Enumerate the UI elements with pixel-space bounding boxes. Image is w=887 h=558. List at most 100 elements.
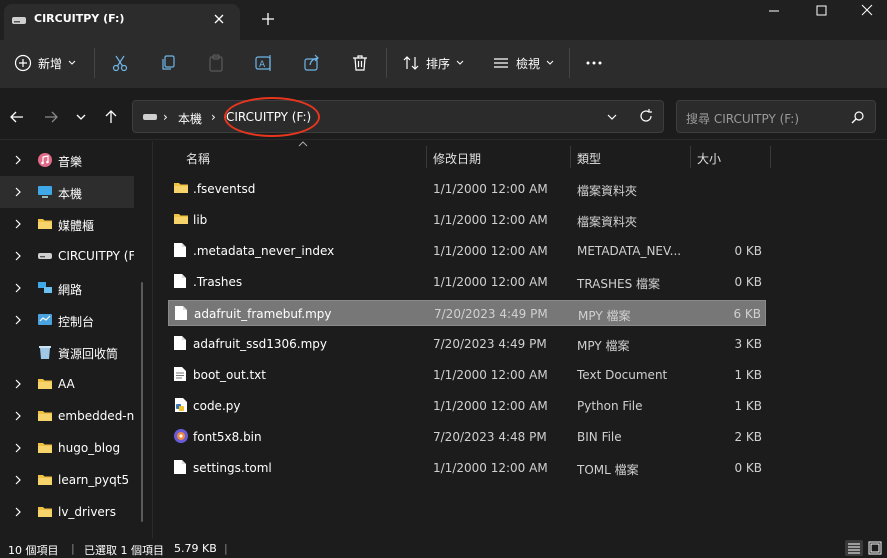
sidebar-item[interactable]: embedded-n [0, 400, 134, 432]
chevron-right-icon[interactable] [14, 507, 22, 517]
recent-locations-icon[interactable] [74, 110, 88, 124]
chevron-right-icon[interactable] [14, 283, 22, 293]
column-header-date[interactable]: 修改日期 [433, 150, 481, 167]
file-size: 3 KB [734, 337, 762, 351]
chevron-right-icon[interactable] [14, 315, 22, 325]
sidebar-item[interactable]: 音樂 [0, 144, 134, 176]
share-icon[interactable] [302, 52, 322, 74]
sidebar-scrollbar[interactable] [141, 282, 143, 522]
tiles-view-icon[interactable] [866, 540, 884, 556]
chevron-right-icon[interactable] [14, 155, 22, 165]
view-button[interactable]: 檢視 [492, 52, 554, 74]
file-row[interactable]: code.py 1/1/2000 12:00 AM Python File 1 KB [168, 393, 766, 419]
sidebar-item-label: learn_pyqt5 [58, 473, 130, 487]
python-file-icon [173, 397, 189, 413]
file-date: 1/1/2000 12:00 AM [433, 244, 548, 258]
file-name: adafruit_framebuf.mpy [194, 307, 332, 321]
new-button[interactable]: 新增 [14, 52, 76, 74]
file-row[interactable]: adafruit_ssd1306.mpy 7/20/2023 4:49 PM MPY… [168, 331, 766, 357]
minimize-icon[interactable] [762, 2, 786, 20]
status-divider: | [224, 542, 228, 555]
rename-icon[interactable]: A [254, 52, 274, 74]
pane-divider [152, 141, 153, 538]
drive-icon [142, 110, 158, 124]
column-divider[interactable] [426, 146, 427, 168]
sidebar-item[interactable]: learn_pyqt5 [0, 464, 134, 496]
music-icon [37, 152, 53, 168]
selected-size: 5.79 KB [174, 542, 217, 555]
breadcrumb-separator: › [211, 110, 216, 124]
file-row[interactable]: .fseventsd 1/1/2000 12:00 AM 檔案資料夾 [168, 176, 766, 202]
file-type: TOML 檔案 [577, 463, 639, 477]
chevron-right-icon[interactable] [14, 219, 22, 229]
column-divider[interactable] [570, 146, 571, 168]
sidebar-item[interactable]: CIRCUITPY (F:) [0, 240, 134, 272]
chevron-right-icon[interactable] [14, 475, 22, 485]
close-icon[interactable] [210, 10, 228, 28]
sidebar-item[interactable]: 資源回收筒 [0, 336, 134, 368]
cut-icon[interactable] [110, 52, 130, 74]
back-arrow-icon[interactable] [8, 108, 26, 126]
file-name: code.py [193, 399, 241, 413]
delete-icon[interactable] [350, 52, 370, 74]
sort-icon [402, 54, 420, 72]
more-icon[interactable] [584, 52, 604, 74]
file-row[interactable]: adafruit_framebuf.mpy 7/20/2023 4:49 PM MP… [168, 300, 766, 326]
forward-arrow-icon[interactable] [42, 108, 60, 126]
breadcrumb-computer[interactable]: 本機 [178, 110, 202, 127]
sidebar-item[interactable]: 網路 [0, 272, 134, 304]
file-row[interactable]: settings.toml 1/1/2000 12:00 AM TOML 檔案 0 K… [168, 455, 766, 481]
column-header-size[interactable]: 大小 [697, 150, 721, 167]
sidebar-item-label: CIRCUITPY (F:) [58, 249, 134, 263]
sidebar-item[interactable]: 控制台 [0, 304, 134, 336]
chevron-right-icon[interactable] [14, 379, 22, 389]
column-divider[interactable] [770, 146, 771, 168]
sidebar-item[interactable]: 本機 [0, 176, 134, 208]
file-date: 7/20/2023 4:49 PM [433, 337, 547, 351]
chevron-right-icon[interactable] [14, 187, 22, 197]
sidebar-item[interactable]: lv_drivers [0, 496, 134, 528]
up-arrow-icon[interactable] [102, 108, 120, 126]
sidebar-item[interactable]: AA [0, 368, 134, 400]
file-type: Python File [577, 399, 643, 413]
sidebar-item[interactable]: hugo_blog [0, 432, 134, 464]
column-header-name[interactable]: 名稱 [186, 150, 210, 167]
chevron-right-icon[interactable] [14, 411, 22, 421]
details-view-icon[interactable] [845, 540, 863, 556]
file-size: 2 KB [734, 430, 762, 444]
chevron-down-icon [68, 60, 76, 66]
maximize-icon[interactable] [809, 2, 833, 20]
file-date: 1/1/2000 12:00 AM [433, 182, 548, 196]
sidebar-item[interactable]: 媒體櫃 [0, 208, 134, 240]
file-name: settings.toml [193, 461, 272, 475]
file-size: 1 KB [734, 399, 762, 413]
chevron-right-icon[interactable] [14, 251, 22, 261]
folder-icon [37, 440, 53, 456]
file-name: .fseventsd [193, 182, 256, 196]
folder-icon [37, 216, 53, 232]
paste-icon[interactable] [206, 52, 226, 74]
plus-icon[interactable] [259, 10, 277, 28]
file-date: 1/1/2000 12:00 AM [433, 461, 548, 475]
chevron-right-icon[interactable] [14, 443, 22, 453]
address-dropdown-icon[interactable] [606, 111, 618, 123]
sort-button[interactable]: 排序 [402, 52, 464, 74]
file-row[interactable]: font5x8.bin 7/20/2023 4:48 PM BIN File 2 KB [168, 424, 766, 450]
copy-icon[interactable] [158, 52, 178, 74]
chevron-down-icon [456, 60, 464, 66]
file-size: 6 KB [733, 307, 761, 321]
column-divider[interactable] [690, 146, 691, 168]
search-icon[interactable] [851, 110, 865, 124]
view-icon [492, 54, 510, 72]
text-file-icon [173, 366, 187, 382]
file-name: .metadata_never_index [193, 244, 335, 258]
refresh-icon[interactable] [638, 108, 654, 124]
svg-text:A: A [259, 60, 266, 70]
file-row[interactable]: boot_out.txt 1/1/2000 12:00 AM Text Docume… [168, 362, 766, 388]
file-row[interactable]: .metadata_never_index 1/1/2000 12:00 AM ME… [168, 238, 766, 264]
search-placeholder: 搜尋 CIRCUITPY (F:) [686, 112, 799, 126]
file-row[interactable]: lib 1/1/2000 12:00 AM 檔案資料夾 [168, 207, 766, 233]
file-row[interactable]: .Trashes 1/1/2000 12:00 AM TRASHES 檔案 0 KB [168, 269, 766, 295]
column-header-type[interactable]: 類型 [577, 150, 601, 167]
window-close-icon[interactable] [855, 2, 879, 20]
